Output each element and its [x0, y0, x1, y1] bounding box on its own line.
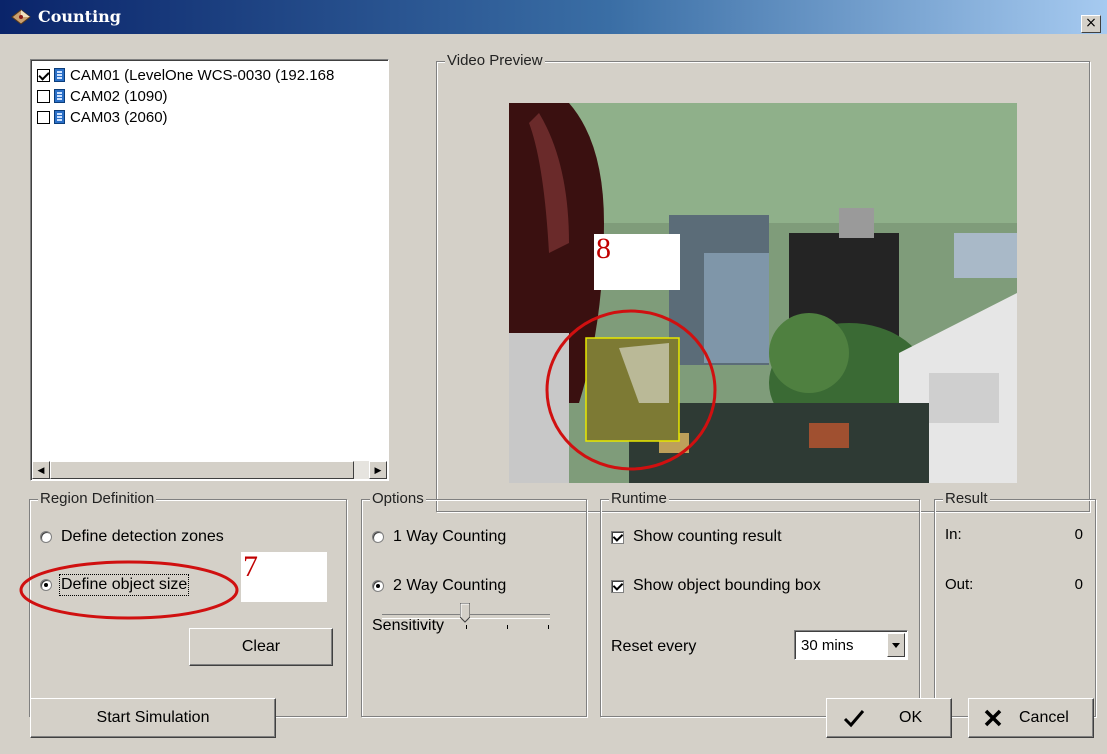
window-title: Counting: [38, 7, 121, 26]
checkbox-box[interactable]: [611, 579, 624, 593]
show-counting-result-checkbox[interactable]: Show counting result: [611, 528, 782, 546]
scroll-right-icon[interactable]: ▶: [369, 461, 387, 479]
chevron-down-icon[interactable]: [887, 633, 905, 657]
sensitivity-label: Sensitivity: [372, 617, 445, 634]
camera-label: CAM02 (1090): [70, 87, 168, 105]
camera-list[interactable]: CAM01 (LevelOne WCS-0030 (192.168 CAM02 …: [30, 59, 389, 481]
clear-button[interactable]: Clear: [189, 628, 333, 666]
in-label: In:: [945, 526, 962, 543]
slider-tick: [425, 625, 426, 629]
camera-icon: [54, 68, 65, 82]
result-group: Result In: 0 Out: 0: [934, 490, 1096, 717]
app-icon: [11, 9, 31, 25]
close-button[interactable]: ×: [1081, 15, 1101, 33]
sensitivity-slider-thumb[interactable]: [460, 603, 470, 623]
start-simulation-button[interactable]: Start Simulation: [30, 698, 276, 738]
in-value: 0: [1074, 526, 1083, 543]
x-cancel-icon: [984, 709, 1002, 727]
slider-tick: [466, 625, 467, 629]
scroll-thumb[interactable]: [50, 461, 354, 479]
reset-every-label: Reset every: [611, 638, 697, 655]
checkmark-icon: [843, 710, 865, 728]
slider-tick: [548, 625, 549, 629]
scroll-left-icon[interactable]: ◀: [32, 461, 50, 479]
one-way-counting-radio[interactable]: 1 Way Counting: [372, 528, 506, 546]
reset-interval-select[interactable]: 30 mins: [794, 630, 908, 660]
highlight-ellipse: [19, 560, 239, 620]
out-label: Out:: [945, 576, 974, 593]
annotation-label-8: 8: [594, 234, 680, 290]
radio-circle[interactable]: [40, 531, 52, 543]
checkbox-box[interactable]: [611, 530, 624, 544]
annotation-label-7: 7: [241, 552, 327, 602]
title-bar: Counting ×: [0, 0, 1107, 34]
runtime-label: Runtime: [609, 490, 669, 507]
runtime-group: Runtime Show counting result Show object…: [600, 490, 920, 717]
video-preview-group: Video Preview 8: [436, 52, 1090, 512]
radio-circle[interactable]: [372, 580, 384, 592]
slider-tick: [507, 625, 508, 629]
two-way-counting-radio[interactable]: 2 Way Counting: [372, 577, 506, 595]
cancel-button[interactable]: Cancel: [968, 698, 1094, 738]
horizontal-scrollbar[interactable]: ◀ ▶: [32, 461, 387, 479]
camera-label: CAM01 (LevelOne WCS-0030 (192.168: [70, 66, 335, 84]
camera-label: CAM03 (2060): [70, 108, 168, 126]
show-object-bounding-box-checkbox[interactable]: Show object bounding box: [611, 577, 821, 595]
region-definition-group: Region Definition Define detection zones…: [19, 490, 347, 717]
camera-checkbox-cam03[interactable]: [37, 110, 50, 124]
define-detection-zones-radio[interactable]: Define detection zones: [40, 528, 224, 546]
ok-button[interactable]: OK: [826, 698, 952, 738]
out-value: 0: [1074, 576, 1083, 593]
camera-item-cam03[interactable]: CAM03 (2060): [37, 107, 168, 127]
result-label: Result: [943, 490, 990, 507]
video-preview-label: Video Preview: [445, 52, 545, 69]
radio-circle[interactable]: [372, 531, 384, 543]
camera-icon: [54, 110, 65, 124]
video-preview-frame[interactable]: 8: [509, 103, 1017, 483]
camera-item-cam02[interactable]: CAM02 (1090): [37, 86, 168, 106]
counting-dialog: CAM01 (LevelOne WCS-0030 (192.168 CAM02 …: [0, 34, 1107, 754]
slider-tick: [384, 625, 385, 629]
camera-icon: [54, 89, 65, 103]
options-label: Options: [370, 490, 426, 507]
region-definition-label: Region Definition: [38, 490, 157, 507]
camera-checkbox-cam01[interactable]: [37, 68, 50, 82]
options-group: Options 1 Way Counting 2 Way Counting Se…: [361, 490, 587, 717]
camera-feed-image: [509, 103, 1017, 483]
camera-checkbox-cam02[interactable]: [37, 89, 50, 103]
camera-item-cam01[interactable]: CAM01 (LevelOne WCS-0030 (192.168: [37, 65, 334, 85]
